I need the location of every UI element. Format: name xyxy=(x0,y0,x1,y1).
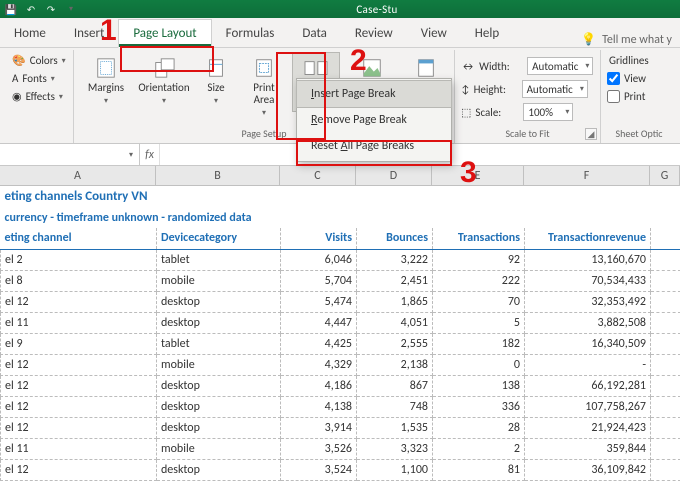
col-header-c[interactable]: C xyxy=(280,166,356,185)
tab-page-layout[interactable]: Page Layout xyxy=(118,19,211,48)
col-header-e[interactable]: E xyxy=(432,166,524,185)
scale-spinner[interactable]: 100%▾ xyxy=(523,103,573,121)
gridlines-print-checkbox[interactable]: Print xyxy=(607,88,651,105)
sheet-title[interactable]: eting channels Country VN xyxy=(1,186,680,207)
data-table[interactable]: eting channels Country VN currency - tim… xyxy=(0,186,680,481)
remove-page-break-item[interactable]: Remove Page Break xyxy=(297,107,451,133)
tab-insert[interactable]: Insert xyxy=(60,20,119,47)
table-row[interactable]: el 9tablet4,4252,55518216,340,509 xyxy=(1,333,680,354)
col-header-a[interactable]: A xyxy=(0,166,156,185)
table-row[interactable]: el 12desktop5,4741,8657032,353,492 xyxy=(1,291,680,312)
table-row[interactable]: el 8mobile5,7042,45122270,534,433 xyxy=(1,270,680,291)
save-icon[interactable]: 💾 xyxy=(4,2,18,16)
sheet-options-label: Sheet Optic xyxy=(607,125,671,143)
col-header-g[interactable]: G xyxy=(650,166,680,185)
width-combo[interactable]: Automatic▾ xyxy=(527,57,593,75)
name-box[interactable]: ▾ xyxy=(0,144,140,165)
height-combo[interactable]: Automatic▾ xyxy=(522,80,588,98)
sheet-subtitle[interactable]: currency - timeframe unknown - randomize… xyxy=(1,207,680,228)
title-bar: 💾 ↶ ↷ ▾ Case-Stu xyxy=(0,0,680,18)
undo-icon[interactable]: ↶ xyxy=(24,2,38,16)
orientation-button[interactable]: Orientation▾ xyxy=(138,52,190,110)
size-button[interactable]: Size▾ xyxy=(196,52,236,110)
redo-icon[interactable]: ↷ xyxy=(44,2,58,16)
margins-icon xyxy=(92,56,120,80)
print-titles-icon xyxy=(412,56,440,80)
tab-help[interactable]: Help xyxy=(461,20,513,47)
fonts-button[interactable]: AFonts▾ xyxy=(8,70,70,87)
colors-icon: 🎨 xyxy=(12,54,26,67)
group-scale-to-fit: ↔Width:Automatic▾ ↕Height:Automatic▾ ⬚Sc… xyxy=(455,50,601,143)
col-header-d[interactable]: D xyxy=(356,166,432,185)
table-row[interactable]: el 11mobile3,5263,3232359,844 xyxy=(1,438,680,459)
qat-dropdown-icon[interactable]: ▾ xyxy=(64,2,78,16)
table-row[interactable]: el 12desktop3,9141,5352821,924,423 xyxy=(1,417,680,438)
table-row[interactable]: el 2tablet6,0463,2229213,160,670 xyxy=(1,249,680,270)
document-title: Case-Stu xyxy=(356,3,397,16)
col-header-f[interactable]: F xyxy=(524,166,650,185)
fonts-icon: A xyxy=(12,72,18,85)
margins-button[interactable]: Margins▾ xyxy=(80,52,132,110)
tab-data[interactable]: Data xyxy=(288,20,341,47)
insert-page-break-item[interactable]: Insert Page Break xyxy=(296,80,452,108)
table-header-row: eting channelDevicecategory VisitsBounce… xyxy=(1,228,680,249)
print-area-icon xyxy=(250,56,278,80)
tab-view[interactable]: View xyxy=(407,20,461,47)
scale-icon: ⬚ xyxy=(461,106,471,119)
worksheet-grid: A B C D E F G eting channels Country VN … xyxy=(0,166,680,481)
group-themes: 🎨Colors▾ AFonts▾ ◉Effects▾ xyxy=(2,50,74,143)
scale-to-fit-label: Scale to Fit xyxy=(461,125,594,143)
effects-button[interactable]: ◉Effects▾ xyxy=(8,88,70,105)
gridlines-view-checkbox[interactable]: View xyxy=(607,70,651,87)
quick-access-toolbar: 💾 ↶ ↷ ▾ xyxy=(4,2,78,16)
effects-icon: ◉ xyxy=(12,90,22,103)
print-area-button[interactable]: Print Area▾ xyxy=(242,52,286,122)
table-row[interactable]: el 12mobile4,3292,1380- xyxy=(1,354,680,375)
width-icon: ↔ xyxy=(461,60,475,73)
orientation-icon xyxy=(150,56,178,80)
ribbon-tabs: Home Insert Page Layout Formulas Data Re… xyxy=(0,18,680,48)
reset-all-page-breaks-item[interactable]: Reset All Page Breaks xyxy=(297,133,451,159)
column-headers: A B C D E F G xyxy=(0,166,680,186)
tab-home[interactable]: Home xyxy=(0,20,60,47)
col-header-b[interactable]: B xyxy=(156,166,280,185)
table-row[interactable]: el 12desktop3,5241,1008136,109,842 xyxy=(1,459,680,480)
scale-dialog-launcher[interactable]: ◢ xyxy=(585,128,597,140)
colors-button[interactable]: 🎨Colors▾ xyxy=(8,52,70,69)
tab-review[interactable]: Review xyxy=(341,20,407,47)
tab-formulas[interactable]: Formulas xyxy=(212,20,289,47)
size-icon xyxy=(202,56,230,80)
table-row[interactable]: el 12desktop4,18686713866,192,281 xyxy=(1,375,680,396)
background-icon xyxy=(358,56,386,80)
tell-me-search[interactable]: 💡 Tell me what y xyxy=(573,32,680,47)
table-row[interactable]: el 12desktop4,138748336107,758,267 xyxy=(1,396,680,417)
group-sheet-options: Gridlines View Print Sheet Optic xyxy=(601,50,677,143)
breaks-dropdown-menu: Insert Page Break Remove Page Break Rese… xyxy=(296,78,452,162)
table-row[interactable]: el 11desktop4,4474,05153,882,508 xyxy=(1,312,680,333)
height-icon: ↕ xyxy=(461,83,470,96)
fx-icon[interactable]: fx xyxy=(140,144,160,165)
lightbulb-icon: 💡 xyxy=(581,32,596,47)
